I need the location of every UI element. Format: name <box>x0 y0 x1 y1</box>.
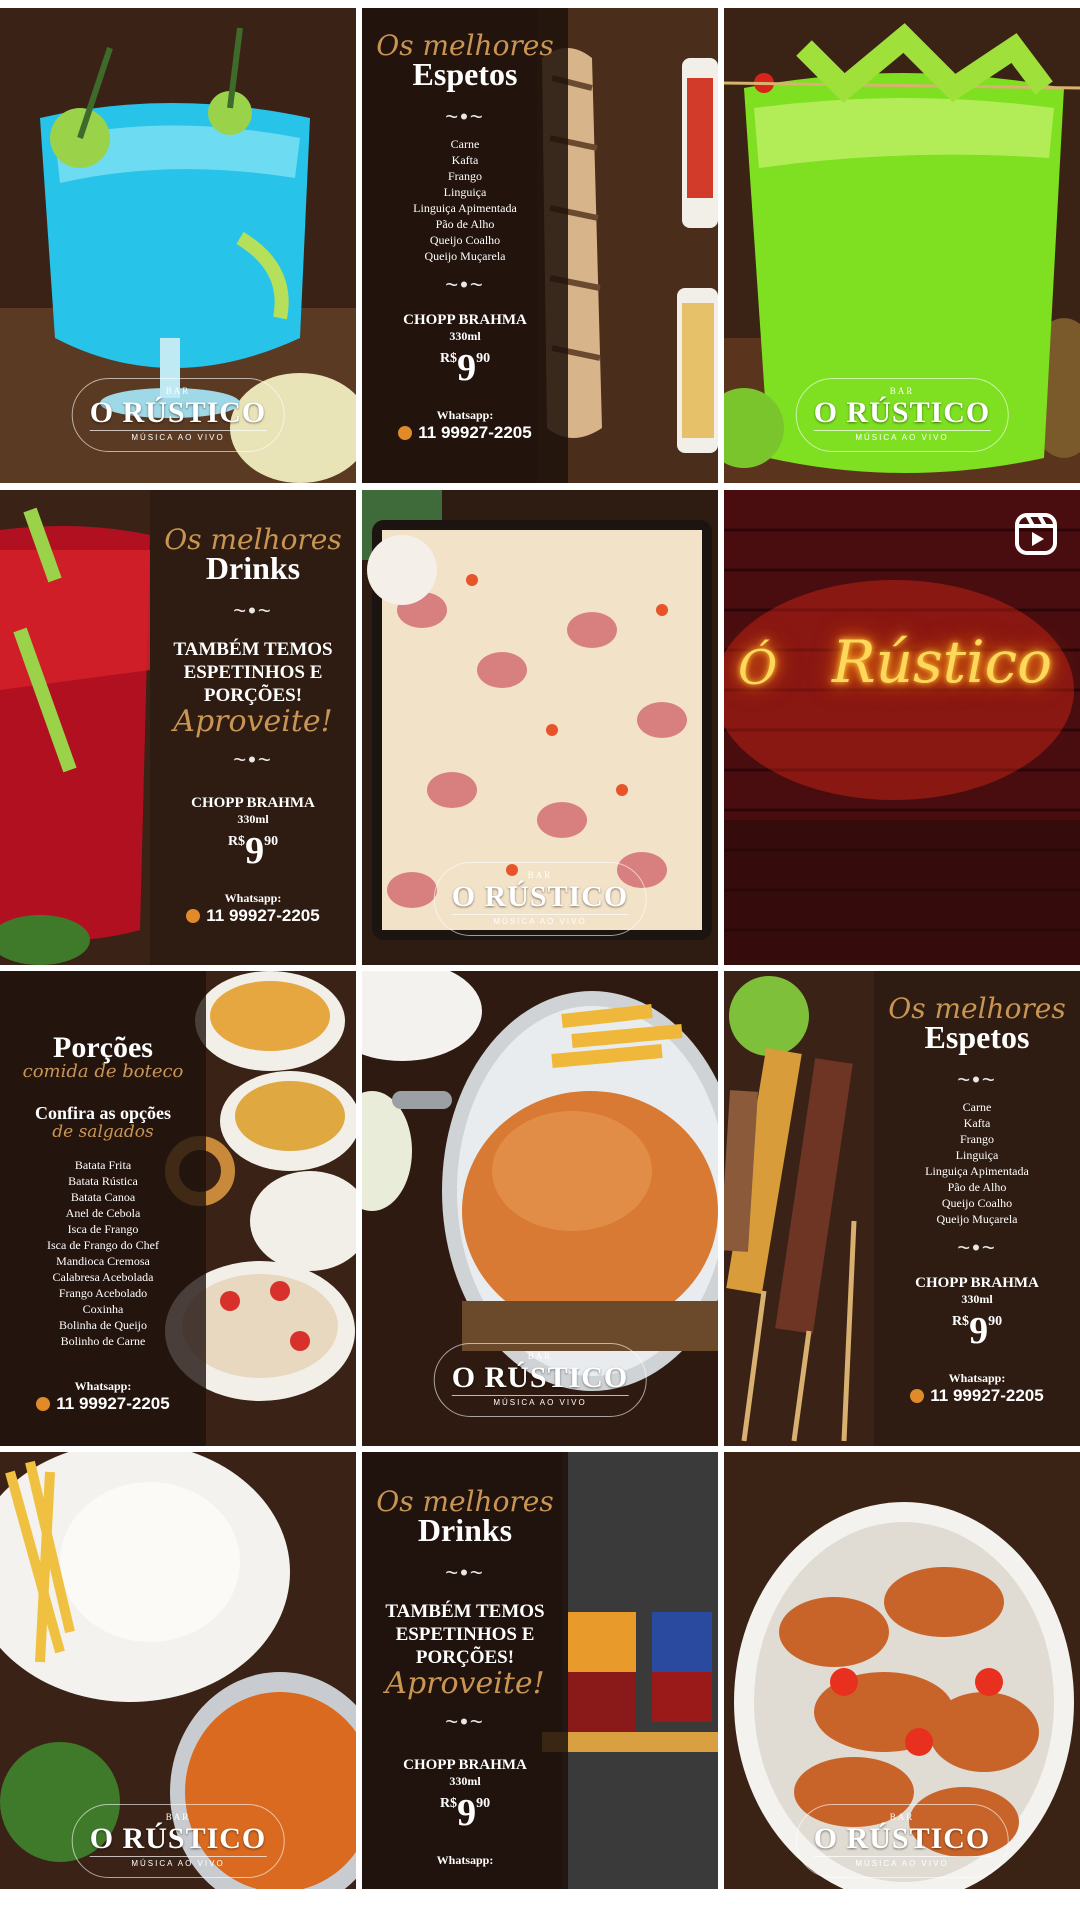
flourish-divider: ~•~ <box>233 598 273 623</box>
whatsapp-icon <box>398 426 413 440</box>
chopp-label: CHOPP BRAHMA <box>403 1757 527 1773</box>
post-burger[interactable]: BAR O RÚSTICO MÚSICA AO VIVO <box>362 971 718 1446</box>
chopp-label: CHOPP BRAHMA <box>191 795 315 811</box>
post-espetos-menu-2[interactable]: Os melhores Espetos ~•~ Carne Kafta Fran… <box>724 971 1080 1446</box>
reels-icon <box>1015 513 1057 555</box>
chopp-volume: 330ml <box>449 329 481 343</box>
post-neon-reel[interactable]: Ó Rústico <box>724 490 1080 965</box>
chopp-price: R$990 <box>227 830 279 872</box>
post-green-cocktail[interactable]: BAR O RÚSTICO MÚSICA AO VIVO <box>724 8 1080 483</box>
chopp-volume: 330ml <box>449 1774 481 1788</box>
brick-wall-photo <box>724 490 1080 965</box>
whatsapp-label: Whatsapp: <box>436 408 494 422</box>
post-calabresa-platter[interactable]: BAR O RÚSTICO MÚSICA AO VIVO <box>362 490 718 965</box>
neon-rustico: Rústico <box>832 628 1053 696</box>
flourish-divider: ~•~ <box>445 1560 485 1585</box>
whatsapp-label: Whatsapp: <box>224 891 282 905</box>
post-blue-cocktail[interactable]: BAR O RÚSTICO MÚSICA AO VIVO <box>0 8 356 483</box>
espetos-panel-2: Os melhores Espetos ~•~ Carne Kafta Fran… <box>874 971 1080 1446</box>
whatsapp-label: Whatsapp: <box>948 1371 1006 1385</box>
confira-title: Confira as opções <box>35 1103 171 1123</box>
post-espetos-menu[interactable]: Os melhores Espetos ~•~ Carne Kafta Fran… <box>362 8 718 483</box>
flourish-divider: ~•~ <box>445 1709 485 1734</box>
whatsapp-number: 11 99927-2205 <box>0 1394 206 1414</box>
porcoes-heading: Porções <box>53 1031 153 1064</box>
promo-text: TAMBÉM TEMOS ESPETINHOS E PORÇÕES! <box>173 639 333 706</box>
whatsapp-number: 11 99927-2205 <box>362 423 568 443</box>
confira-script: de salgados <box>52 1122 154 1142</box>
post-fried-shrimp[interactable]: BAR O RÚSTICO MÚSICA AO VIVO <box>724 1452 1080 1889</box>
chopp-price: R$990 <box>439 1792 491 1834</box>
neon-o: Ó <box>738 640 778 696</box>
promo-script: Aproveite! <box>173 704 333 739</box>
flourish-divider: ~•~ <box>957 1067 997 1092</box>
chopp-label: CHOPP BRAHMA <box>915 1275 1039 1291</box>
chopp-volume: 330ml <box>961 1292 993 1306</box>
drinks-heading: Drinks <box>205 550 301 586</box>
espetos-heading: Espetos <box>924 1019 1030 1055</box>
logo-o-rustico: BAR O RÚSTICO MÚSICA AO VIVO <box>795 378 1009 452</box>
espetos-heading: Espetos <box>412 56 518 92</box>
flourish-divider: ~•~ <box>957 1235 997 1260</box>
drinks-heading: Drinks <box>417 1512 513 1548</box>
whatsapp-number: 11 99927-2205 <box>874 1386 1080 1406</box>
chopp-label: CHOPP BRAHMA <box>403 312 527 328</box>
post-drinks-menu[interactable]: Os melhores Drinks ~•~ TAMBÉM TEMOS ESPE… <box>0 490 356 965</box>
flourish-divider: ~•~ <box>445 104 485 129</box>
logo-o-rustico: BAR O RÚSTICO MÚSICA AO VIVO <box>795 1804 1009 1878</box>
whatsapp-icon <box>186 909 201 923</box>
drinks-panel-2: Os melhores Drinks ~•~ TAMBÉM TEMOS ESPE… <box>362 1452 568 1889</box>
porcoes-list: Batata Frita Batata Rústica Batata Canoa… <box>47 1158 159 1348</box>
chopp-volume: 330ml <box>237 812 269 826</box>
logo-o-rustico: BAR O RÚSTICO MÚSICA AO VIVO <box>71 378 285 452</box>
post-fish-meal[interactable]: BAR O RÚSTICO MÚSICA AO VIVO <box>0 1452 356 1889</box>
porcoes-panel: Porções comida de boteco Confira as opçõ… <box>0 971 206 1446</box>
logo-o-rustico: BAR O RÚSTICO MÚSICA AO VIVO <box>433 1343 647 1417</box>
porcoes-script: comida de boteco <box>22 1061 184 1082</box>
logo-o-rustico: BAR O RÚSTICO MÚSICA AO VIVO <box>71 1804 285 1878</box>
whatsapp-number: 11 99927-2205 <box>150 906 356 926</box>
post-drinks-menu-2[interactable]: Os melhores Drinks ~•~ TAMBÉM TEMOS ESPE… <box>362 1452 718 1889</box>
logo-o-rustico: BAR O RÚSTICO MÚSICA AO VIVO <box>433 862 647 936</box>
promo-text: TAMBÉM TEMOS ESPETINHOS E PORÇÕES! <box>385 1601 545 1668</box>
espetos-list: Carne Kafta Frango Linguiça Linguiça Api… <box>413 137 517 263</box>
promo-script: Aproveite! <box>385 1666 545 1701</box>
drinks-panel: Os melhores Drinks ~•~ TAMBÉM TEMOS ESPE… <box>150 490 356 965</box>
whatsapp-label: Whatsapp: <box>436 1853 494 1867</box>
profile-grid: BAR O RÚSTICO MÚSICA AO VIVO Os melhores… <box>0 0 1080 1929</box>
espetos-list: Carne Kafta Frango Linguiça Linguiça Api… <box>925 1100 1029 1226</box>
flourish-divider: ~•~ <box>233 747 273 772</box>
chopp-price: R$990 <box>951 1310 1003 1352</box>
whatsapp-label: Whatsapp: <box>74 1379 132 1393</box>
post-porcoes-menu[interactable]: Porções comida de boteco Confira as opçõ… <box>0 971 356 1446</box>
flourish-divider: ~•~ <box>445 272 485 297</box>
whatsapp-icon <box>36 1397 51 1411</box>
whatsapp-icon <box>910 1389 925 1403</box>
chopp-price: R$990 <box>439 347 491 389</box>
espetos-panel: Os melhores Espetos ~•~ Carne Kafta Fran… <box>362 8 568 483</box>
